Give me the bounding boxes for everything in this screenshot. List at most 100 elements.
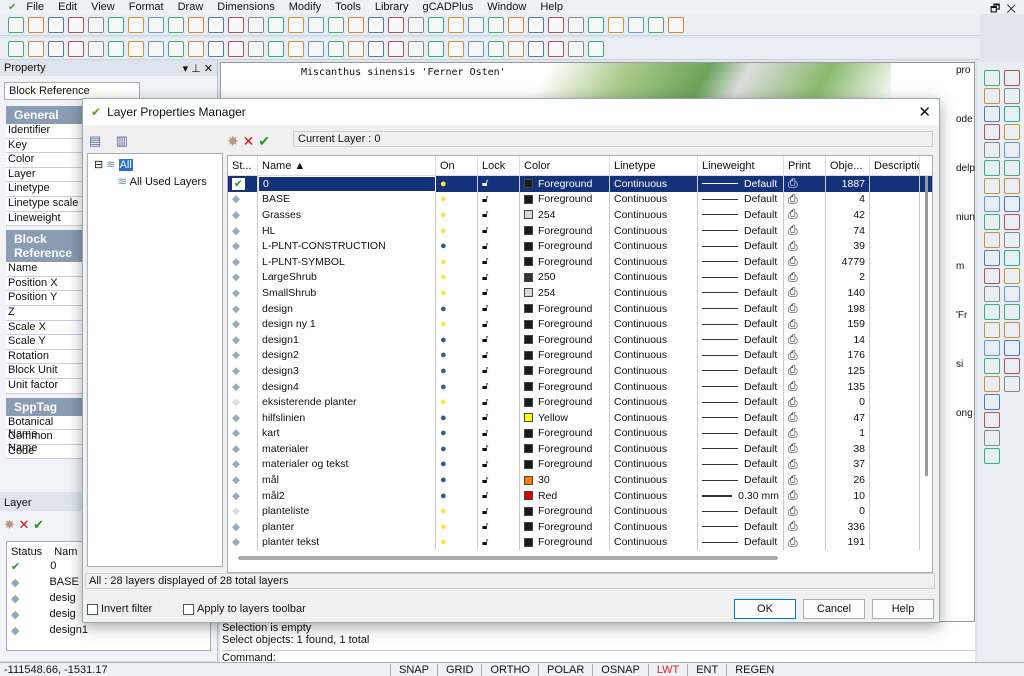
print-toggle[interactable]: ⎙ xyxy=(784,456,826,473)
modify-tool-icon[interactable] xyxy=(984,196,1000,212)
lock-toggle[interactable]: 🔓︎ xyxy=(478,519,520,535)
modify-tool-icon[interactable] xyxy=(1004,232,1020,248)
print-toggle[interactable]: ⎙ xyxy=(784,378,826,395)
on-toggle[interactable]: ● xyxy=(436,300,478,317)
toolbar-tool-icon[interactable] xyxy=(508,40,524,57)
menu-edit[interactable]: Edit xyxy=(58,1,77,13)
linetype-cell[interactable]: Continuous xyxy=(610,441,698,457)
description-cell[interactable] xyxy=(870,472,920,488)
description-cell[interactable] xyxy=(870,363,920,379)
on-toggle[interactable]: ● xyxy=(436,394,478,410)
menu-file[interactable]: File xyxy=(26,1,44,13)
linetype-cell[interactable]: Continuous xyxy=(610,503,698,520)
toolbar-tool-icon[interactable] xyxy=(288,16,304,33)
layer-row[interactable]: ◆ design2 ● 🔓︎ Foreground Continuous Default ⎙ 1… xyxy=(228,347,932,364)
color-cell[interactable]: Foreground xyxy=(520,441,610,457)
linetype-cell[interactable]: Continuous xyxy=(610,394,698,410)
lineweight-cell[interactable]: Default xyxy=(698,316,784,332)
toolbar-tool-icon[interactable] xyxy=(48,16,64,33)
modify-tool-icon[interactable] xyxy=(984,322,1000,338)
toolbar-tool-icon[interactable] xyxy=(168,16,184,33)
layer-name[interactable]: kart xyxy=(258,425,436,442)
delete-layer-button[interactable]: ✕ xyxy=(243,133,255,149)
modify-tool-icon[interactable] xyxy=(984,430,1000,446)
panel-controls-icon[interactable]: ▾ ⊥ ✕ xyxy=(183,62,213,75)
column-header[interactable]: Obje... xyxy=(826,156,870,175)
linetype-cell[interactable]: Continuous xyxy=(610,300,698,317)
layer-name[interactable]: LargeShrub xyxy=(258,269,436,286)
layer-row[interactable]: ◆ design ● 🔓︎ Foreground Continuous Default ⎙ 19… xyxy=(228,300,932,317)
layer-name[interactable]: 0 xyxy=(258,176,436,192)
layer-row[interactable]: ◆ materialer ● 🔓︎ Foreground Continuous Defaul… xyxy=(228,441,932,457)
lineweight-cell[interactable]: Default xyxy=(698,363,784,379)
linetype-cell[interactable]: Continuous xyxy=(610,456,698,473)
tree-node-all-used[interactable]: ≋ All Used Layers xyxy=(88,175,222,188)
toolbar-tool-icon[interactable] xyxy=(368,16,384,33)
lineweight-cell[interactable]: Default xyxy=(698,285,784,301)
description-cell[interactable] xyxy=(870,331,920,348)
lock-toggle[interactable]: 🔓︎ xyxy=(478,207,520,223)
menu-view[interactable]: View xyxy=(91,1,115,13)
description-cell[interactable] xyxy=(870,534,920,551)
linetype-cell[interactable]: Continuous xyxy=(610,378,698,395)
description-cell[interactable] xyxy=(870,441,920,457)
lock-toggle[interactable]: 🔓︎ xyxy=(478,222,520,239)
modify-tool-icon[interactable] xyxy=(984,70,1000,86)
linetype-cell[interactable]: Continuous xyxy=(610,534,698,551)
toolbar-tool-icon[interactable] xyxy=(428,40,444,57)
description-cell[interactable] xyxy=(870,347,920,364)
status-toggle-ortho[interactable]: ORTHO xyxy=(481,663,538,676)
lock-toggle[interactable]: 🔓︎ xyxy=(478,503,520,520)
modify-tool-icon[interactable] xyxy=(984,214,1000,230)
status-toggle-lwt[interactable]: LWT xyxy=(647,663,688,676)
layer-row[interactable]: ◆ planter ● 🔓︎ Foreground Continuous Default ⎙ 3… xyxy=(228,519,932,535)
lineweight-cell[interactable]: 0.30 mm xyxy=(698,487,784,504)
lock-toggle[interactable]: 🔓︎ xyxy=(478,472,520,488)
layer-name[interactable]: design xyxy=(258,300,436,317)
modify-tool-icon[interactable] xyxy=(1004,178,1020,194)
print-toggle[interactable]: ⎙ xyxy=(784,331,826,348)
lock-toggle[interactable]: 🔓︎ xyxy=(478,441,520,457)
color-cell[interactable]: Foreground xyxy=(520,222,610,239)
layer-name[interactable]: L-PLNT-CONSTRUCTION xyxy=(258,238,436,254)
lock-toggle[interactable]: 🔓︎ xyxy=(478,269,520,286)
modify-tool-icon[interactable] xyxy=(984,142,1000,158)
lock-toggle[interactable]: 🔓︎ xyxy=(478,238,520,254)
new-layer-icon[interactable]: ✸ xyxy=(4,517,15,532)
modify-tool-icon[interactable] xyxy=(1004,160,1020,176)
description-cell[interactable] xyxy=(870,425,920,442)
modify-tool-icon[interactable] xyxy=(1004,250,1020,266)
description-cell[interactable] xyxy=(870,487,920,504)
on-toggle[interactable]: ● xyxy=(436,222,478,239)
toolbar-tool-icon[interactable] xyxy=(88,16,104,33)
layer-panel-row[interactable]: ◆ design1 xyxy=(11,622,206,638)
layer-name[interactable]: planter xyxy=(258,519,436,535)
linetype-cell[interactable]: Continuous xyxy=(610,176,698,192)
toolbar-tool-icon[interactable] xyxy=(288,40,304,57)
lineweight-cell[interactable]: Default xyxy=(698,409,784,426)
color-cell[interactable]: 254 xyxy=(520,207,610,223)
lineweight-cell[interactable]: Default xyxy=(698,222,784,239)
lineweight-cell[interactable]: Default xyxy=(698,238,784,254)
column-header[interactable]: Lock xyxy=(478,156,520,175)
toolbar-tool-icon[interactable] xyxy=(408,40,424,57)
column-header[interactable]: Print xyxy=(784,156,826,175)
color-cell[interactable]: Foreground xyxy=(520,238,610,254)
lock-toggle[interactable]: 🔓︎ xyxy=(478,331,520,348)
toolbar-tool-icon[interactable] xyxy=(588,40,604,57)
linetype-cell[interactable]: Continuous xyxy=(610,222,698,239)
lineweight-cell[interactable]: Default xyxy=(698,253,784,270)
on-toggle[interactable]: ● xyxy=(436,534,478,551)
layer-name[interactable]: design4 xyxy=(258,378,436,395)
layer-row[interactable]: ✔ 0 ● 🔓︎ Foreground Continuous Default ⎙ 1887 xyxy=(228,176,932,192)
modify-tool-icon[interactable] xyxy=(984,394,1000,410)
on-toggle[interactable]: ● xyxy=(436,456,478,473)
color-cell[interactable]: 254 xyxy=(520,285,610,301)
dialog-close-button[interactable]: ✕ xyxy=(918,103,931,121)
color-cell[interactable]: Foreground xyxy=(520,191,610,208)
menu-gcadplus[interactable]: gCADPlus xyxy=(422,1,473,13)
description-cell[interactable] xyxy=(870,378,920,395)
set-current-button[interactable]: ✔ xyxy=(258,133,270,149)
toolbar-tool-icon[interactable] xyxy=(188,16,204,33)
invert-filter-checkbox[interactable]: Invert filter xyxy=(87,603,152,615)
